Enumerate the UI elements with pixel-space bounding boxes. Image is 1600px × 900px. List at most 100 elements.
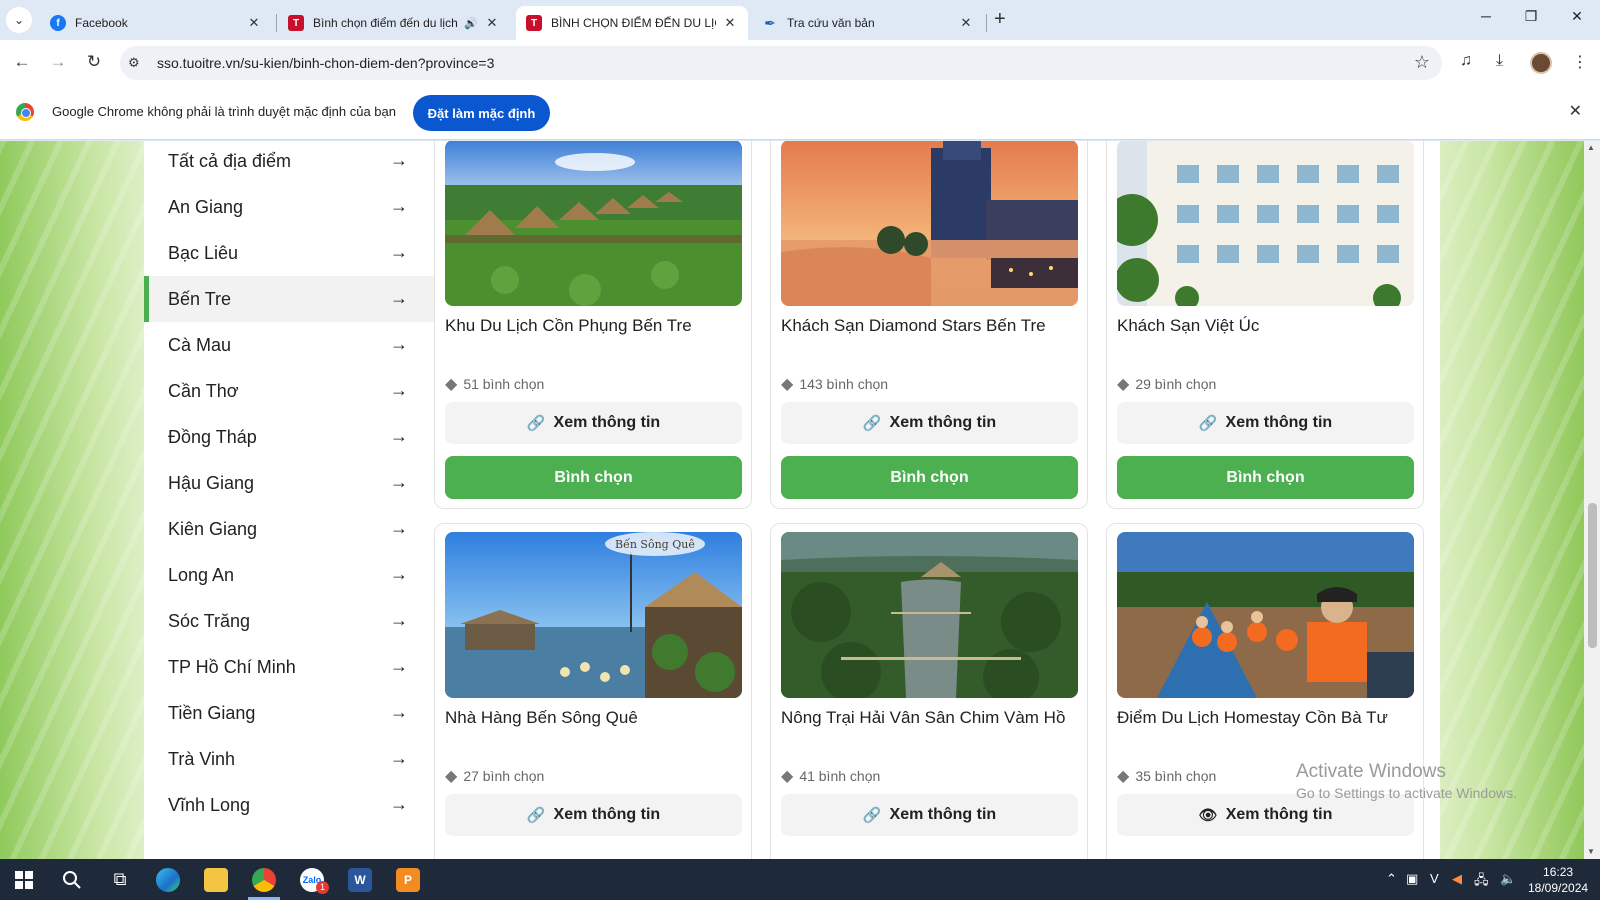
sidebar-item-label: Vĩnh Long <box>168 794 251 815</box>
close-icon[interactable]: ✕ <box>484 15 500 31</box>
destination-photo[interactable] <box>1117 141 1414 306</box>
tray-expand-chevron-icon[interactable]: ⌃ <box>1386 871 1397 887</box>
arrow-right-icon: → <box>390 702 408 722</box>
sidebar-item-bac-lieu[interactable]: Bạc Liêu → <box>144 230 434 276</box>
unikey-icon[interactable]: V <box>1430 871 1439 886</box>
word-icon[interactable]: W <box>336 859 384 900</box>
sidebar-item-all[interactable]: Tất cả địa điểm → <box>144 141 434 184</box>
scroll-thumb[interactable] <box>1588 503 1597 648</box>
destination-photo[interactable] <box>781 141 1078 306</box>
view-info-button[interactable]: 🔗 Xem thông tin <box>1117 402 1414 444</box>
vote-button[interactable]: Bình chọn <box>1117 456 1414 499</box>
vote-button[interactable]: Bình chọn <box>445 456 742 499</box>
address-bar[interactable]: ⚙ sso.tuoitre.vn/su-kien/binh-chon-diem-… <box>120 46 1442 80</box>
file-explorer-icon[interactable] <box>192 859 240 900</box>
restore-icon[interactable]: ❐ <box>1521 8 1541 25</box>
site-settings-icon[interactable]: ⚙ <box>128 55 140 71</box>
sidebar-item-ben-tre[interactable]: Bến Tre → <box>144 276 434 322</box>
arrow-right-icon: → <box>390 748 408 768</box>
chrome-taskbar-icon[interactable] <box>240 859 288 900</box>
tab-binh-chon[interactable]: T Bình chọn điểm đến du lịch 🔊 ✕ <box>278 6 510 40</box>
sidebar-item-tra-vinh[interactable]: Trà Vinh → <box>144 736 434 782</box>
volume-icon[interactable]: 🔈 <box>1500 871 1516 887</box>
sidebar-item-can-tho[interactable]: Cần Thơ → <box>144 368 434 414</box>
close-icon[interactable]: ✕ <box>246 15 262 31</box>
minimize-icon[interactable]: ─ <box>1476 8 1496 24</box>
tab-title: Tra cứu văn bản <box>787 16 875 30</box>
link-icon: 🔗 <box>862 807 882 824</box>
tray-app-icon[interactable]: ▣ <box>1406 871 1418 887</box>
sidebar-item-soc-trang[interactable]: Sóc Trăng → <box>144 598 434 644</box>
edge-browser-icon[interactable] <box>144 859 192 900</box>
tab-tra-cuu[interactable]: ✒ Tra cứu văn bản ✕ <box>752 6 984 40</box>
destination-name: Điểm Du Lịch Homestay Cồn Bà Tư <box>1117 708 1388 727</box>
sidebar-item-label: Bến Tre <box>168 288 232 309</box>
url-text[interactable]: sso.tuoitre.vn/su-kien/binh-chon-diem-de… <box>157 55 494 71</box>
sidebar-item-an-giang[interactable]: An Giang → <box>144 184 434 230</box>
kebab-menu-icon[interactable]: ⋮ <box>1572 52 1588 72</box>
arrow-right-icon: → <box>390 656 408 676</box>
view-info-button[interactable]: 🔗 Xem thông tin <box>445 794 742 836</box>
scroll-up-arrow-icon[interactable]: ▲ <box>1587 143 1595 152</box>
scroll-down-arrow-icon[interactable]: ▼ <box>1587 847 1595 856</box>
arrow-right-icon: → <box>390 334 408 354</box>
back-arrow-icon[interactable]: ← <box>11 52 33 72</box>
arrow-right-icon: → <box>390 472 408 492</box>
sidebar-item-tien-giang[interactable]: Tiền Giang → <box>144 690 434 736</box>
task-view-icon[interactable]: ⧉ <box>96 859 144 900</box>
pdf-app-icon[interactable]: P <box>384 859 432 900</box>
search-icon[interactable] <box>48 859 96 900</box>
watermark-subtitle: Go to Settings to activate Windows. <box>1296 785 1517 801</box>
vote-count: ◆ 29 bình chọn <box>1117 376 1217 393</box>
media-control-icon[interactable]: ♫ <box>1460 52 1472 70</box>
default-browser-infobar: Google Chrome không phải là trình duyệt … <box>0 86 1600 140</box>
sidebar-item-label: An Giang <box>168 196 244 217</box>
bookmark-star-icon[interactable]: ☆ <box>1414 52 1430 73</box>
destination-card: Điểm Du Lịch Homestay Cồn Bà Tư ◆ 35 bình… <box>1106 523 1424 859</box>
vote-button[interactable]: Bình chọn <box>781 456 1078 499</box>
arrow-right-icon: → <box>390 380 408 400</box>
profile-avatar[interactable] <box>1530 52 1552 74</box>
view-info-button[interactable]: 🔗 Xem thông tin <box>781 794 1078 836</box>
arrow-right-icon: → <box>390 564 408 584</box>
close-icon[interactable]: ✕ <box>958 15 974 31</box>
network-icon[interactable]: 🖧 <box>1474 871 1489 893</box>
sidebar-item-dong-thap[interactable]: Đồng Tháp → <box>144 414 434 460</box>
reload-icon[interactable]: ↻ <box>83 52 105 72</box>
set-default-button[interactable]: Đặt làm mặc định <box>413 95 550 131</box>
zalo-icon[interactable]: Zalo 1 <box>288 859 336 900</box>
close-icon[interactable]: ✕ <box>722 15 738 31</box>
tab-binh-chon-active[interactable]: T BÌNH CHỌN ĐIỂM ĐẾN DU LỊCH ✕ <box>516 6 748 40</box>
clock-date: 18/09/2024 <box>1528 881 1589 895</box>
destination-photo[interactable]: Bến Sông Quê <box>445 532 742 698</box>
view-info-button[interactable]: 🔗 Xem thông tin <box>781 402 1078 444</box>
download-icon[interactable]: ⤓ <box>1496 52 1503 70</box>
sidebar-item-kien-giang[interactable]: Kiên Giang → <box>144 506 434 552</box>
windows-start-icon[interactable] <box>0 859 48 900</box>
view-info-button[interactable]: 🔗 Xem thông tin <box>445 402 742 444</box>
watermark-title: Activate Windows <box>1296 761 1446 782</box>
tab-search-chevron-icon[interactable]: ⌄ <box>6 7 32 33</box>
forward-arrow-icon[interactable]: → <box>47 52 69 72</box>
destination-photo[interactable] <box>445 141 742 306</box>
sidebar-item-hau-giang[interactable]: Hậu Giang → <box>144 460 434 506</box>
infobar-close-icon[interactable]: ✕ <box>1569 101 1582 121</box>
destination-photo[interactable] <box>1117 532 1414 698</box>
page-scrollbar[interactable]: ▲ ▼ <box>1584 141 1600 859</box>
sidebar-item-ca-mau[interactable]: Cà Mau → <box>144 322 434 368</box>
system-clock[interactable]: 16:23 18/09/2024 <box>1528 864 1588 896</box>
sidebar-item-tp-ho-chi-minh[interactable]: TP Hồ Chí Minh → <box>144 644 434 690</box>
browser-toolbar: ← → ↻ ⚙ sso.tuoitre.vn/su-kien/binh-chon… <box>0 40 1600 86</box>
vote-count: ◆ 35 bình chọn <box>1117 768 1217 785</box>
new-tab-plus-icon[interactable]: + <box>994 9 1006 29</box>
sidebar-item-vinh-long[interactable]: Vĩnh Long → <box>144 782 434 828</box>
window-close-icon[interactable]: ✕ <box>1567 8 1587 25</box>
tab-separator <box>276 14 277 32</box>
tray-flag-icon[interactable]: ◀ <box>1452 871 1462 887</box>
tab-facebook[interactable]: f Facebook ✕ <box>40 6 272 40</box>
tab-title: Facebook <box>75 16 128 30</box>
destination-photo[interactable] <box>781 532 1078 698</box>
sidebar-item-long-an[interactable]: Long An → <box>144 552 434 598</box>
speaker-icon[interactable]: 🔊 <box>464 17 478 30</box>
vote-count: ◆ 143 bình chọn <box>781 376 889 393</box>
